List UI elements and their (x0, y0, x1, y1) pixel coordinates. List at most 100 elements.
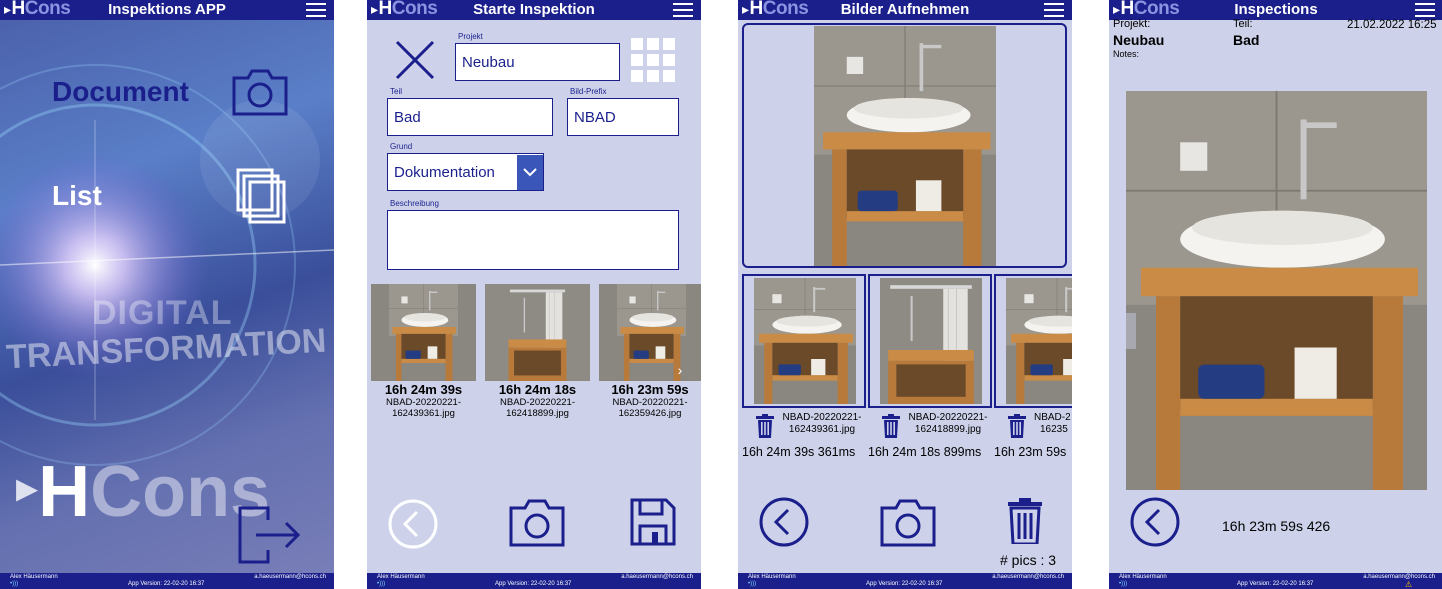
start-inspection-screen: ▸HCons Starte Inspektion Projekt Neubau … (367, 0, 701, 589)
thumbnail-strip[interactable]: NBAD-20220221- 162439361.jpg 16h 24m 39s… (738, 274, 1072, 464)
thumbnail-frame[interactable] (742, 274, 866, 408)
scroll-right-arrow-icon[interactable]: › (673, 362, 687, 378)
list-pages-icon[interactable] (236, 168, 286, 224)
camera-icon[interactable] (509, 498, 565, 548)
top-bar: ▸HCons Inspections (1109, 0, 1442, 20)
thumbnail-frame[interactable] (868, 274, 992, 408)
thumbnail-item[interactable]: 16h 24m 39s NBAD-20220221- 162439361.jpg (371, 284, 476, 429)
warning-icon: ⚠ (1405, 580, 1413, 589)
trash-icon[interactable] (1008, 498, 1042, 544)
wifi-icon: •))) (748, 581, 757, 587)
thumbnail-gallery[interactable]: 16h 24m 39s NBAD-20220221- 162439361.jpg… (367, 284, 701, 429)
trash-icon[interactable] (756, 414, 774, 438)
screen-title: Starte Inspektion (473, 1, 595, 18)
grund-dropdown[interactable]: Dokumentation (387, 153, 544, 191)
thumbnail-item[interactable]: 16h 24m 18s NBAD-20220221- 162418899.jpg (485, 284, 590, 429)
footer-bar: Alex Häusermann •))) App Version: 22-02-… (367, 573, 701, 589)
capture-images-screen: ▸HCons Bilder Aufnehmen NBAD-20220221- 1… (738, 0, 1072, 589)
hamburger-menu-icon[interactable] (1415, 3, 1435, 17)
thumbnail-filename: NBAD-20220221- (782, 412, 862, 423)
thumbnail-filename-2: 162439361.jpg (788, 424, 856, 435)
hamburger-menu-icon[interactable] (673, 3, 693, 17)
hamburger-menu-icon[interactable] (1044, 3, 1064, 17)
main-photo[interactable] (814, 26, 996, 266)
thumbnail-image[interactable] (485, 284, 590, 381)
teil-label: Teil (390, 87, 403, 96)
thumbnail-item[interactable]: NBAD-20220221- 162418899.jpg 16h 24m 18s… (868, 274, 992, 464)
app-title: Inspektions APP (108, 1, 226, 18)
teil-value: Bad (1233, 32, 1260, 48)
thumbnail-time: 16h 24m 18s (498, 382, 577, 397)
trash-icon[interactable] (1008, 414, 1026, 438)
logout-icon[interactable] (238, 506, 302, 564)
top-bar: ▸HCons Bilder Aufnehmen (738, 0, 1072, 20)
thumbnail-image[interactable] (880, 278, 982, 404)
projekt-value: Neubau (1113, 32, 1165, 48)
thumbnail-filename: NBAD-20220221- (612, 397, 688, 408)
thumbnail-filename-2: 16235 (1040, 424, 1068, 435)
back-icon[interactable] (758, 496, 810, 548)
save-icon[interactable] (630, 498, 676, 546)
thumbnail-time: 16h 23m 59s (611, 382, 689, 397)
grund-label: Grund (390, 142, 413, 151)
thumbnail-image[interactable] (1006, 278, 1072, 404)
wifi-icon: •))) (1119, 581, 1128, 587)
thumbnail-frame[interactable] (994, 274, 1072, 408)
thumbnail-filename: NBAD-20220221- (908, 412, 988, 423)
chevron-down-icon[interactable] (517, 154, 543, 190)
back-icon[interactable] (1129, 496, 1181, 548)
thumbnail-filename: NBAD-20220221- (386, 397, 461, 408)
thumbnail-image[interactable] (371, 284, 476, 381)
thumbnail-filename-2: 162439361.jpg (392, 408, 455, 419)
projekt-label: Projekt: (1113, 18, 1151, 30)
thumbnail-time: 16h 24m 39s 361ms (742, 445, 856, 459)
main-photo-frame[interactable] (742, 23, 1067, 268)
projekt-label: Projekt (458, 32, 483, 41)
screen-title: Bilder Aufnehmen (840, 1, 970, 18)
teil-input[interactable]: Bad (387, 98, 553, 136)
prev-image-arrow-icon[interactable] (1126, 313, 1136, 349)
thumbnail-filename-2: 162418899.jpg (506, 408, 569, 419)
footer-bar: Alex Häusermann •))) App Version: 22-02-… (1109, 573, 1442, 589)
back-icon[interactable] (387, 498, 439, 550)
document-label[interactable]: Document (52, 76, 189, 108)
inspection-date: 21.02.2022 16:25 (1347, 19, 1437, 31)
home-screen: ▸HCons Inspektions APP Document List DIG… (0, 0, 334, 589)
trash-icon[interactable] (882, 414, 900, 438)
close-icon[interactable] (395, 40, 435, 80)
camera-icon[interactable] (232, 68, 288, 116)
camera-icon[interactable] (880, 498, 936, 548)
bild-prefix-label: Bild-Prefix (570, 87, 607, 96)
thumbnail-filename: NBAD-2 (1034, 412, 1071, 423)
footer-bar: Alex Häusermann •))) App Version: 22-02-… (0, 573, 334, 589)
wifi-icon: •))) (377, 581, 386, 587)
list-label[interactable]: List (52, 180, 102, 212)
hcons-large-logo: ▸HCons (16, 452, 271, 532)
beschreibung-label: Beschreibung (390, 199, 439, 208)
teil-label: Teil: (1233, 18, 1253, 30)
pics-count: # pics : 3 (1000, 552, 1057, 568)
bild-prefix-input[interactable]: NBAD (567, 98, 679, 136)
thumbnail-item[interactable]: NBAD-20220221- 162439361.jpg 16h 24m 39s… (742, 274, 866, 464)
thumbnail-filename-2: 162359426.jpg (618, 408, 682, 419)
screen-title: Inspections (1234, 1, 1318, 18)
beschreibung-textarea[interactable] (387, 210, 679, 270)
notes-label: Notes: (1113, 49, 1140, 59)
thumbnail-filename: NBAD-20220221- (500, 397, 575, 408)
wifi-icon: •))) (10, 581, 19, 587)
top-bar: ▸HCons Inspektions APP (0, 0, 334, 20)
thumbnail-item[interactable]: 16h 23m 59s NBAD-20220221- 162359426.jpg (599, 284, 701, 429)
hamburger-menu-icon[interactable] (306, 3, 326, 17)
inspection-photo[interactable] (1126, 91, 1427, 490)
thumbnail-item[interactable]: NBAD-2 16235 16h 23m 59s (994, 274, 1072, 464)
thumbnail-image[interactable] (754, 278, 856, 404)
photo-timestamp: 16h 23m 59s 426 (1222, 518, 1331, 534)
thumbnail-time: 16h 24m 39s (384, 382, 463, 397)
footer-bar: Alex Häusermann •))) App Version: 22-02-… (738, 573, 1072, 589)
projekt-input[interactable]: Neubau (455, 43, 620, 81)
inspections-screen: ▸HCons Inspections Projekt: Neubau Teil:… (1109, 0, 1442, 589)
thumbnail-time: 16h 24m 18s 899ms (868, 445, 982, 459)
thumbnail-filename-2: 162418899.jpg (914, 424, 982, 435)
top-bar: ▸HCons Starte Inspektion (367, 0, 701, 20)
grid-icon[interactable] (631, 38, 675, 82)
